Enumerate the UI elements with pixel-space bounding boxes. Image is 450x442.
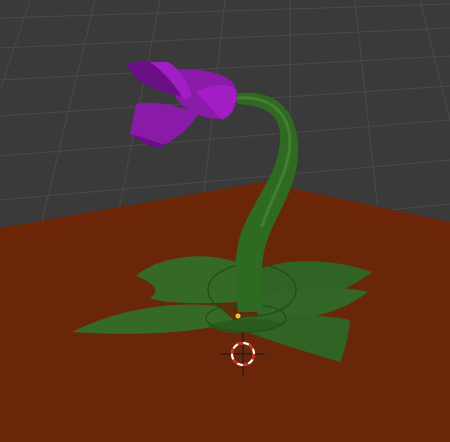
viewport-canvas[interactable] — [0, 0, 450, 442]
object-origin-dot[interactable] — [234, 312, 242, 320]
3d-viewport[interactable] — [0, 0, 450, 442]
